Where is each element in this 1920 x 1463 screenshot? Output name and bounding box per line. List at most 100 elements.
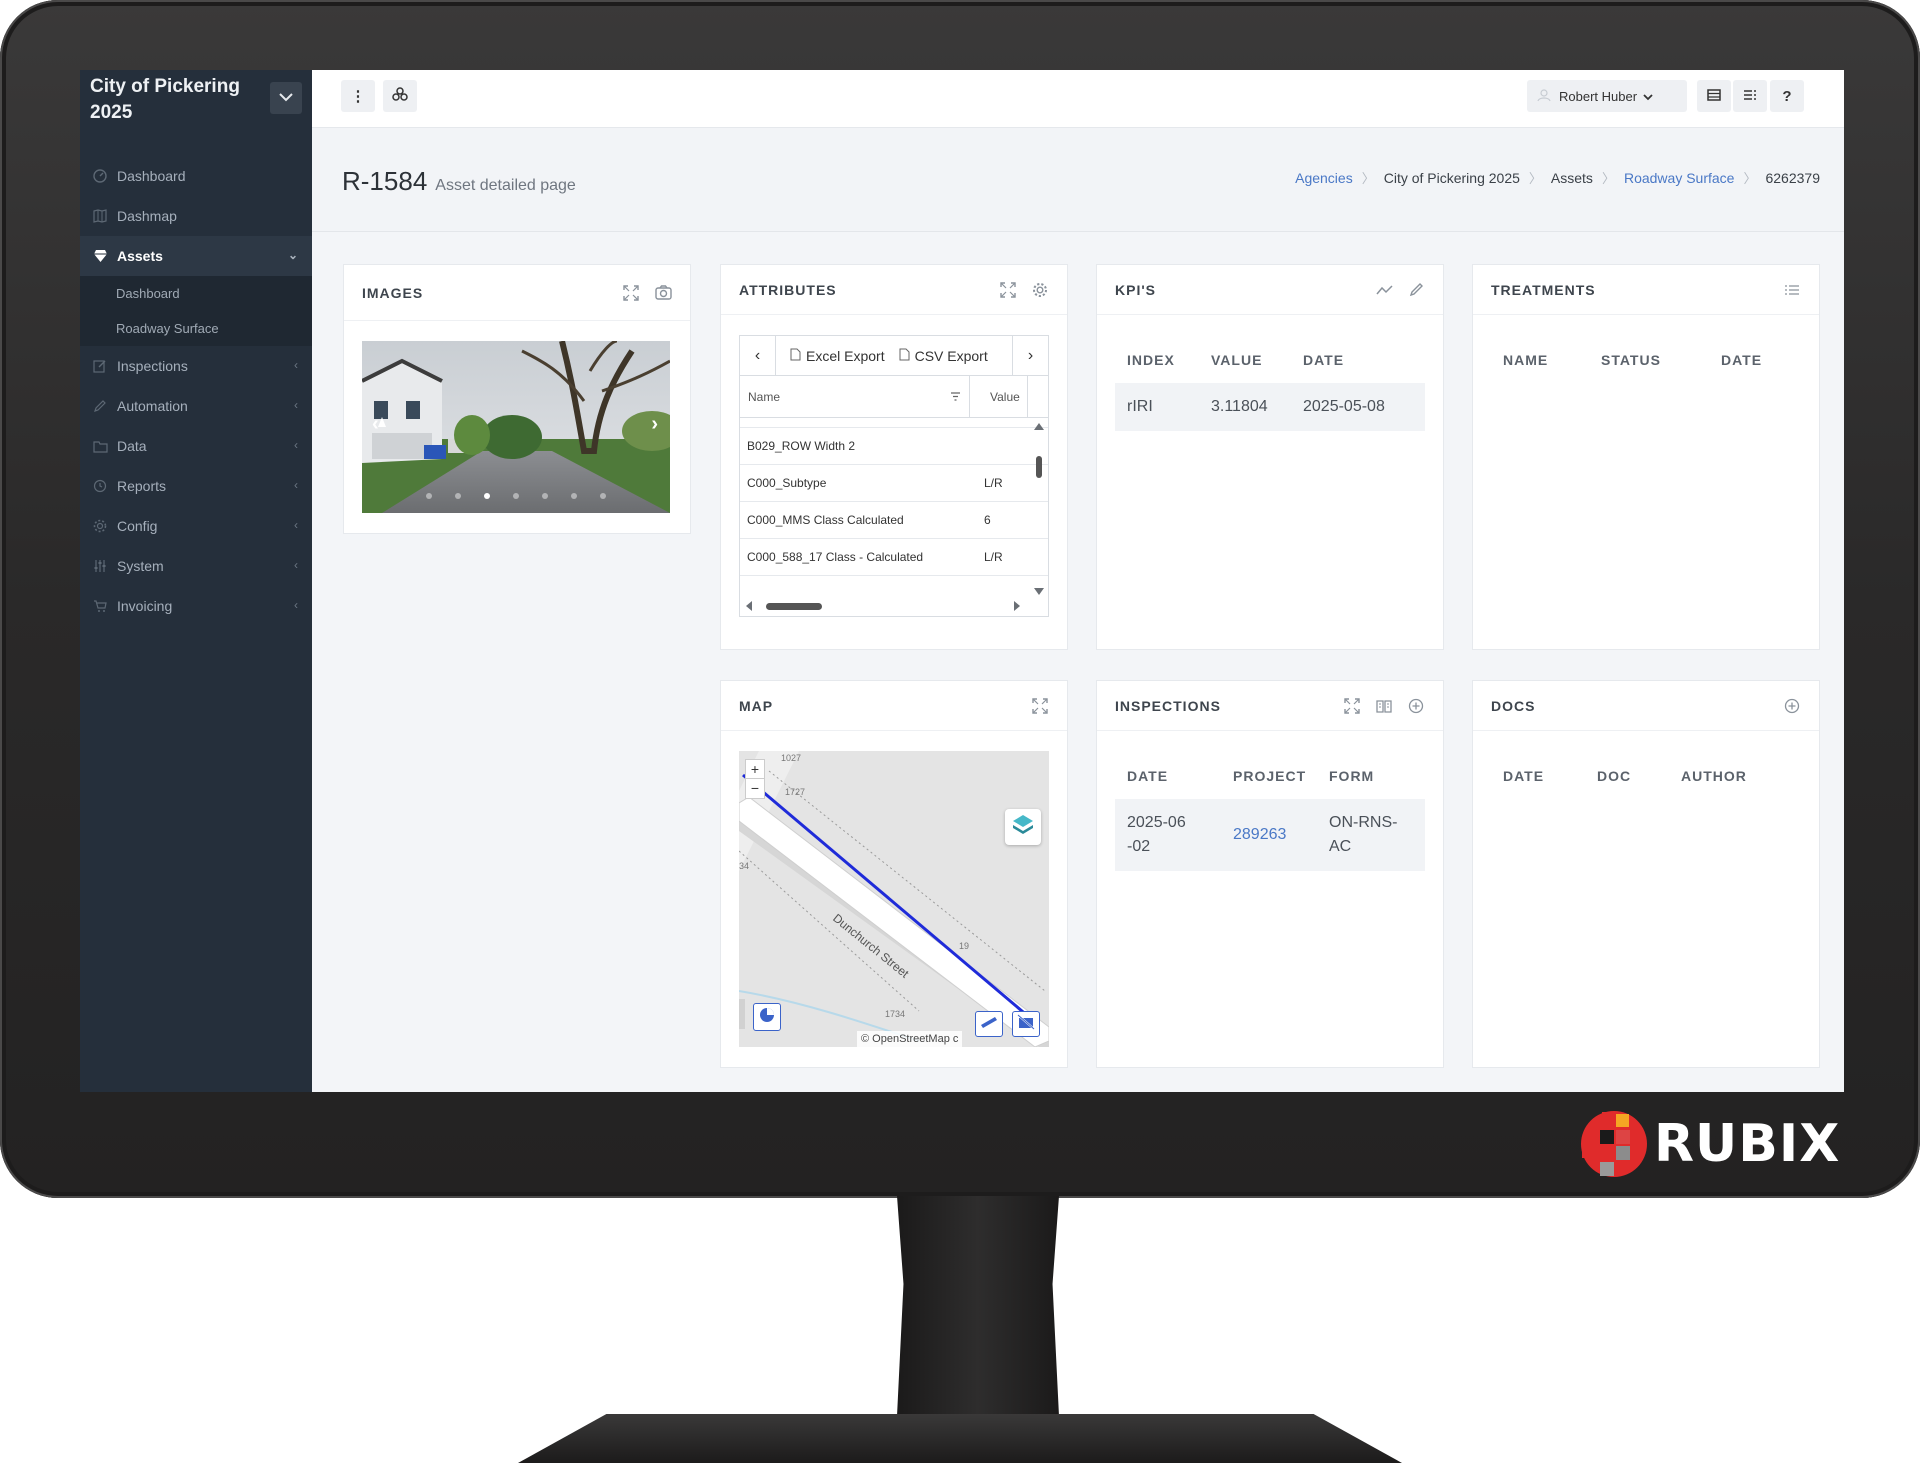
ruler-button[interactable] bbox=[975, 1011, 1003, 1037]
docs-card: DOCS DATE DOC AUTHOR bbox=[1472, 680, 1820, 1068]
sidebar-subitem-roadway-surface[interactable]: Roadway Surface bbox=[80, 311, 312, 346]
attr-name: B029_ROW Width 2 bbox=[747, 439, 856, 453]
more-options-button[interactable]: ⋮ bbox=[341, 80, 375, 112]
table-row[interactable]: rIRI 3.11804 2025-05-08 bbox=[1115, 383, 1425, 431]
expand-icon[interactable] bbox=[1343, 697, 1361, 715]
pie-chart-button[interactable] bbox=[753, 1003, 781, 1031]
table-icon bbox=[1707, 88, 1721, 105]
agency-dropdown-button[interactable] bbox=[270, 82, 302, 114]
docs-table: DATE DOC AUTHOR bbox=[1491, 761, 1801, 791]
carousel-dot[interactable] bbox=[513, 493, 519, 499]
carousel-dot[interactable] bbox=[455, 493, 461, 499]
treatments-table: NAME STATUS DATE bbox=[1491, 345, 1801, 375]
carousel-dot[interactable] bbox=[542, 493, 548, 499]
column-header-name[interactable]: Name bbox=[740, 376, 970, 417]
inspection-project-link[interactable]: 289263 bbox=[1221, 823, 1317, 847]
sidebar-item-inspections[interactable]: Inspections ‹ bbox=[80, 346, 312, 386]
sidebar-item-label: Inspections bbox=[117, 358, 188, 374]
sidebar-item-label: Invoicing bbox=[117, 598, 173, 614]
vertical-scrollbar[interactable] bbox=[1032, 420, 1046, 598]
layers-button[interactable] bbox=[383, 80, 417, 112]
breadcrumb-agency: City of Pickering 2025 bbox=[1383, 169, 1520, 186]
breadcrumb: Agencies 〉 City of Pickering 2025 〉 Asse… bbox=[1295, 168, 1820, 187]
column-header-value[interactable]: Value bbox=[970, 376, 1028, 417]
table-header: NAME STATUS DATE bbox=[1491, 345, 1801, 375]
carousel-prev-button[interactable]: ‹ bbox=[372, 413, 379, 436]
gear-icon[interactable] bbox=[1031, 281, 1049, 299]
chevron-left-icon: ‹ bbox=[294, 558, 298, 572]
sidebar-item-label: Data bbox=[117, 438, 147, 454]
horizontal-scrollbar[interactable] bbox=[742, 598, 1046, 614]
sliders-icon bbox=[92, 558, 108, 574]
map-attribution[interactable]: © OpenStreetMap c bbox=[857, 1031, 963, 1047]
chevron-right-icon: 〉 bbox=[1528, 171, 1542, 186]
sidebar-item-assets[interactable]: Assets ⌄ bbox=[80, 236, 312, 276]
excel-export-button[interactable]: Excel Export bbox=[790, 348, 885, 364]
inspections-card: INSPECTIONS DATE PROJECT FORM 2025-06-02… bbox=[1096, 680, 1444, 1068]
expand-icon[interactable] bbox=[999, 281, 1017, 299]
chevron-left-icon: ‹ bbox=[294, 478, 298, 492]
sidebar-item-dashboard[interactable]: Dashboard bbox=[80, 156, 312, 196]
table-row[interactable]: C000_588_17 Class - Calculated L/R bbox=[740, 539, 1048, 576]
add-circle-icon[interactable] bbox=[1783, 697, 1801, 715]
book-icon[interactable] bbox=[1375, 697, 1393, 715]
carousel-dot[interactable] bbox=[484, 493, 490, 499]
add-circle-icon[interactable] bbox=[1407, 697, 1425, 715]
sidebar-item-reports[interactable]: Reports ‹ bbox=[80, 466, 312, 506]
sidebar-item-label: Config bbox=[117, 518, 158, 534]
breadcrumb-agencies[interactable]: Agencies bbox=[1295, 170, 1353, 186]
zoom-out-button[interactable]: − bbox=[746, 779, 764, 798]
column-header: DATE bbox=[1303, 352, 1345, 368]
csv-export-button[interactable]: CSV Export bbox=[899, 348, 988, 364]
pie-chart-icon bbox=[759, 1007, 775, 1028]
sidebar-item-data[interactable]: Data ‹ bbox=[80, 426, 312, 466]
attr-value: 6 bbox=[984, 513, 991, 527]
chevron-left-icon: ‹ bbox=[294, 398, 298, 412]
camera-icon[interactable] bbox=[654, 284, 672, 302]
sidebar-item-config[interactable]: Config ‹ bbox=[80, 506, 312, 546]
street-view-button[interactable] bbox=[1012, 1011, 1040, 1037]
sidebar-item-invoicing[interactable]: Invoicing ‹ bbox=[80, 586, 312, 626]
list-icon[interactable] bbox=[1783, 281, 1801, 299]
sidebar-item-label: Assets bbox=[117, 248, 163, 264]
help-button[interactable]: ? bbox=[1770, 80, 1804, 112]
expand-icon[interactable] bbox=[1031, 697, 1049, 715]
chevron-down-icon: ⌄ bbox=[287, 248, 298, 262]
card-title: INSPECTIONS bbox=[1115, 697, 1221, 714]
grid-toolbar: ‹ Excel Export CSV Export › bbox=[740, 336, 1048, 376]
table-view-button[interactable] bbox=[1697, 80, 1731, 112]
sidebar-item-dashmap[interactable]: Dashmap bbox=[80, 196, 312, 236]
carousel-dot[interactable] bbox=[600, 493, 606, 499]
table-row[interactable]: C000_Subtype L/R bbox=[740, 465, 1048, 502]
page-subtitle: Asset detailed page bbox=[435, 177, 576, 194]
edit-icon[interactable] bbox=[1407, 281, 1425, 299]
table-row[interactable]: C000_MMS Class Calculated 6 bbox=[740, 502, 1048, 539]
expand-icon[interactable] bbox=[622, 284, 640, 302]
table-row[interactable]: B029_ROW Width 2 bbox=[740, 428, 1048, 465]
card-title: TREATMENTS bbox=[1491, 281, 1596, 298]
grid-row-partial bbox=[740, 418, 1048, 428]
toolbar-prev-button[interactable]: ‹ bbox=[740, 336, 776, 376]
list-view-button[interactable] bbox=[1733, 80, 1767, 112]
filter-icon[interactable] bbox=[950, 390, 961, 404]
carousel-dot[interactable] bbox=[571, 493, 577, 499]
column-header: PROJECT bbox=[1233, 768, 1307, 784]
carousel-next-button[interactable]: › bbox=[651, 413, 658, 436]
trend-chart-icon[interactable] bbox=[1375, 281, 1393, 299]
breadcrumb-roadway-surface[interactable]: Roadway Surface bbox=[1624, 170, 1735, 186]
sidebar-item-system[interactable]: System ‹ bbox=[80, 546, 312, 586]
sidebar-subitem-dashboard[interactable]: Dashboard bbox=[80, 276, 312, 311]
layers-button[interactable] bbox=[1005, 809, 1041, 845]
page-header: R-1584 Asset detailed page Agencies 〉 Ci… bbox=[312, 128, 1844, 232]
map-view[interactable]: 1027 1727 34 19 1734 Dunchurch Street + … bbox=[739, 751, 1049, 1047]
carousel-dot[interactable] bbox=[426, 493, 432, 499]
rubix-logo-mark-icon bbox=[1578, 1108, 1650, 1180]
sidebar-item-automation[interactable]: Automation ‹ bbox=[80, 386, 312, 426]
chevron-right-icon: 〉 bbox=[1601, 171, 1615, 186]
sidebar-subitem-label: Roadway Surface bbox=[116, 321, 219, 336]
zoom-in-button[interactable]: + bbox=[746, 760, 764, 779]
table-row[interactable]: 2025-06-02 289263 ON-RNS-AC bbox=[1115, 799, 1425, 871]
breadcrumb-asset-id: 6262379 bbox=[1765, 169, 1820, 186]
user-menu-button[interactable]: Robert Huber bbox=[1527, 80, 1687, 112]
toolbar-next-button[interactable]: › bbox=[1012, 336, 1048, 376]
